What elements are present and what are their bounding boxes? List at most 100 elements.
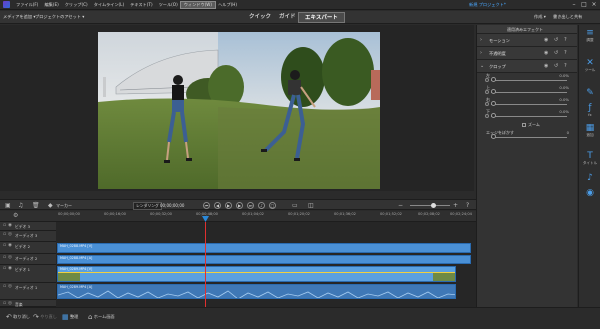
chevron-right-icon[interactable]: › xyxy=(480,50,482,56)
speaker-icon[interactable]: ◎ xyxy=(8,255,12,260)
step-back-icon[interactable]: ◀ xyxy=(214,202,221,209)
slider-track[interactable] xyxy=(491,92,567,93)
slider-track[interactable] xyxy=(491,104,567,105)
clip-audio1[interactable]: MAH_0289.MP4 [A] xyxy=(57,284,456,299)
speaker-icon[interactable]: ◎ xyxy=(8,284,12,289)
title-icon[interactable]: T タイトル xyxy=(582,151,598,166)
timecode-display[interactable]: 00;00;00;00 xyxy=(160,203,184,208)
lock-icon[interactable]: ▫ xyxy=(3,266,6,271)
music-icon[interactable]: ♪ xyxy=(582,173,598,183)
zoom-slider-knob[interactable] xyxy=(431,203,436,208)
home-screen-button[interactable]: ⌂ ホーム画面 xyxy=(88,313,115,321)
slider-knob[interactable] xyxy=(490,77,496,82)
reset-icon[interactable]: ↺ xyxy=(554,50,558,56)
effect-motion[interactable]: › モーション ◉ ↺ ? xyxy=(477,34,577,47)
crop-top-slider[interactable]: 上 0.0% xyxy=(477,85,577,97)
reset-icon[interactable]: ↺ xyxy=(554,37,558,43)
menu-timeline[interactable]: タイムライン(L) xyxy=(91,2,127,8)
lock-icon[interactable]: ▫ xyxy=(3,301,6,306)
slider-knob[interactable] xyxy=(490,101,496,106)
eye-icon[interactable]: ◉ xyxy=(544,63,548,69)
slider-track[interactable] xyxy=(491,137,567,138)
close-icon[interactable]: × xyxy=(590,1,598,8)
slider-value[interactable]: 0.0% xyxy=(559,97,569,102)
timeline-ruler[interactable]: ⚙ 00;00;00;00 00;00;16;00 00;00;32;00 00… xyxy=(0,211,476,222)
delete-icon[interactable]: 🗑 xyxy=(32,202,40,209)
lock-icon[interactable]: ▫ xyxy=(3,255,6,260)
slider-value[interactable]: 0 xyxy=(567,130,569,135)
fullscreen-icon[interactable]: ▢ xyxy=(269,202,276,209)
chevron-right-icon[interactable]: › xyxy=(480,37,482,43)
step-forward-icon[interactable]: ▶ xyxy=(236,202,243,209)
slider-track[interactable] xyxy=(491,116,567,117)
menu-edit[interactable]: 編集(E) xyxy=(41,2,61,8)
help-icon[interactable]: ? xyxy=(564,50,567,56)
reset-icon[interactable] xyxy=(485,90,489,94)
effects-icon[interactable]: ƒ fx xyxy=(582,103,598,117)
redo-button[interactable]: ↷ やり直し xyxy=(33,313,57,321)
tab-quick[interactable]: クイック xyxy=(243,12,277,23)
video-preview[interactable] xyxy=(98,32,380,189)
chevron-down-icon[interactable]: ⌄ xyxy=(480,63,484,69)
add-track-icon[interactable]: ▣ xyxy=(5,202,11,209)
maximize-icon[interactable]: □ xyxy=(580,1,588,8)
help-icon[interactable]: ? xyxy=(564,37,567,43)
snapshot-icon[interactable]: ◫ xyxy=(308,202,314,209)
marker-icon[interactable]: ◆ xyxy=(48,202,53,209)
reset-icon[interactable] xyxy=(485,102,489,106)
zoom-in-icon[interactable]: + xyxy=(453,202,458,209)
adjust-icon[interactable]: ≡ 調整 xyxy=(582,28,598,43)
track-header-video1[interactable]: ▫ ◉ ビデオ 1 xyxy=(0,265,56,283)
organizer-button[interactable]: ▦ 整理 xyxy=(62,313,78,321)
menu-window[interactable]: ウィンドウ(W) xyxy=(179,0,217,9)
track-header-music[interactable]: ▫ ◎ 音楽 xyxy=(0,300,56,307)
reset-icon[interactable] xyxy=(485,78,489,82)
graphics-icon[interactable]: ◉ xyxy=(582,188,598,198)
render-button[interactable]: レンダリング xyxy=(133,202,162,210)
go-to-end-icon[interactable]: ⏭ xyxy=(247,202,254,209)
crop-bottom-slider[interactable]: 下 0.0% xyxy=(477,109,577,121)
edge-feather-slider[interactable]: エッジをぼかす 0 xyxy=(477,130,577,142)
eye-icon[interactable]: ◉ xyxy=(544,50,548,56)
project-assets-dropdown[interactable]: プロジェクトのアセット ▾ xyxy=(35,14,84,20)
play-icon[interactable]: ▶ xyxy=(225,202,232,209)
volume-icon[interactable]: ♪ xyxy=(258,202,265,209)
zoom-out-icon[interactable]: − xyxy=(398,202,403,209)
eye-icon[interactable]: ◉ xyxy=(8,223,12,228)
lock-icon[interactable]: ▫ xyxy=(3,243,6,248)
create-dropdown[interactable]: 作成 ▾ xyxy=(534,14,546,20)
track-header-video3[interactable]: ▫ ◉ ビデオ 3 xyxy=(0,222,56,231)
marker-button[interactable]: マーカー xyxy=(56,203,72,209)
go-to-start-icon[interactable]: ⏮ xyxy=(203,202,210,209)
monitor-icon[interactable]: ▭ xyxy=(292,202,298,209)
menu-file[interactable]: ファイル(F) xyxy=(13,2,41,8)
track-header-audio2[interactable]: ▫ ◎ オーディオ 2 xyxy=(0,254,56,265)
eye-icon[interactable]: ◉ xyxy=(544,37,548,43)
track-settings-icon[interactable]: ⚙ xyxy=(13,212,18,219)
undo-button[interactable]: ↶ 取り消し xyxy=(6,313,30,321)
slider-knob[interactable] xyxy=(490,113,496,118)
slider-knob[interactable] xyxy=(490,134,496,139)
slider-value[interactable]: 0.0% xyxy=(559,85,569,90)
slider-value[interactable]: 0.0% xyxy=(559,73,569,78)
track-header-audio1[interactable]: ▫ ◎ オーディオ 1 xyxy=(0,283,56,300)
track-header-video2[interactable]: ▫ ◉ ビデオ 2 xyxy=(0,242,56,254)
lock-icon[interactable]: ▫ xyxy=(3,223,6,228)
clip-video2[interactable]: MAH_0288.MP4 [V] xyxy=(57,243,471,253)
lock-icon[interactable]: ▫ xyxy=(3,232,6,237)
speaker-icon[interactable]: ◎ xyxy=(8,232,12,237)
opacity-line[interactable] xyxy=(58,272,455,273)
zoom-checkbox[interactable] xyxy=(522,123,526,127)
slider-track[interactable] xyxy=(491,80,567,81)
track-header-audio3[interactable]: ▫ ◎ オーディオ 3 xyxy=(0,231,56,242)
menu-clip[interactable]: クリップ(C) xyxy=(62,2,91,8)
effect-crop[interactable]: ⌄ クロップ ◉ ↺ ? xyxy=(477,60,577,73)
help-icon[interactable]: ? xyxy=(564,63,567,69)
effect-opacity[interactable]: › 不透明度 ◉ ↺ ? xyxy=(477,47,577,60)
reset-icon[interactable] xyxy=(485,114,489,118)
zoom-slider[interactable] xyxy=(410,205,450,206)
export-share-button[interactable]: 書き出しと共有 xyxy=(553,14,582,20)
help-icon[interactable]: ? xyxy=(466,202,469,209)
add-media-dropdown[interactable]: メディアを追加 ▾ xyxy=(3,14,35,20)
menu-text[interactable]: テキスト(T) xyxy=(127,2,155,8)
